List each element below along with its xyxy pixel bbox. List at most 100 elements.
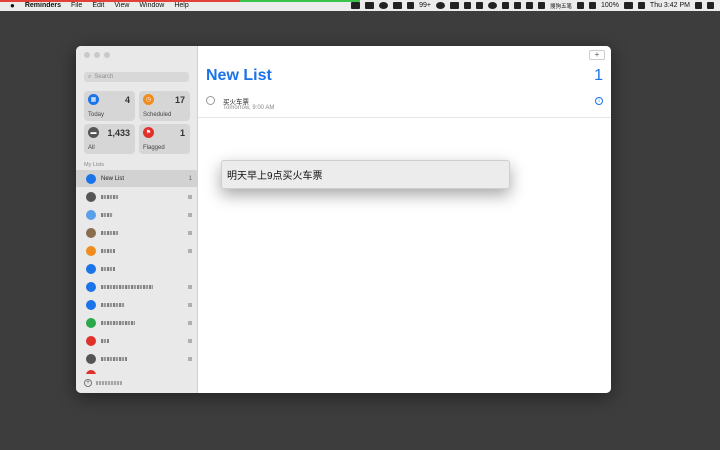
redacted-list-count [188,194,192,199]
list-item[interactable] [76,332,198,349]
flag-icon[interactable] [637,2,645,9]
list-bullet-icon [86,335,96,346]
tray-app-icon[interactable] [365,2,375,9]
minimize-button[interactable] [94,52,100,58]
redacted-list-count [188,356,192,361]
search-placeholder: Search [94,74,114,80]
menu-bar: ● Reminders File Edit View Window Help 9… [0,0,720,11]
redacted-list-name [101,212,113,217]
reminders-window: ⌕ Search ▦ 4 Today ◷ 17 Scheduled ▬ 1,43… [76,46,611,393]
list-item[interactable] [76,206,198,223]
redacted-list-name [101,248,115,253]
clock[interactable]: Thu 3:42 PM [650,2,690,9]
menu-window[interactable]: Window [139,2,164,9]
smart-list-scheduled[interactable]: ◷ 17 Scheduled [139,91,190,121]
menu-app-name[interactable]: Reminders [25,2,61,9]
list-item[interactable] [76,278,198,295]
list-bullet-icon [86,173,96,184]
redacted-list-count [188,338,192,343]
list-item[interactable] [76,260,198,277]
tray-app-icon[interactable] [407,2,415,9]
redacted-list-name [101,266,115,271]
redacted-list-count [188,320,192,325]
list-item[interactable] [76,224,198,241]
redacted-list-count [188,212,192,217]
tray-app-icon[interactable] [526,2,533,9]
sidebar: ⌕ Search ▦ 4 Today ◷ 17 Scheduled ▬ 1,43… [76,46,198,393]
control-center-icon[interactable] [707,2,714,9]
complete-checkbox[interactable] [206,96,215,105]
menu-help[interactable]: Help [174,2,188,9]
quick-entry-text[interactable]: 明天早上9点买火车票 [227,167,323,182]
list-item[interactable] [76,188,198,205]
info-icon[interactable]: i [595,97,603,105]
sidebar-item-new-list[interactable]: New List 1 [76,170,198,187]
reminder-due: Tomorrow, 9:00 AM [223,105,275,111]
list-bullet-icon [86,299,96,310]
menu-edit[interactable]: Edit [92,2,104,9]
list-item[interactable] [76,314,198,331]
tray-badge[interactable]: 99+ [419,2,431,9]
smart-list-count: 1 [179,128,185,138]
redacted-list-count [188,302,192,307]
window-controls [84,52,110,58]
smart-list-label: Scheduled [143,112,172,118]
redacted-list-count [188,230,192,235]
tray-app-icon[interactable] [393,2,403,9]
list-item[interactable] [76,350,198,367]
battery-icon[interactable] [623,2,633,9]
smart-list-label: Flagged [143,145,165,151]
tray-icon: ▬ [88,127,99,138]
redacted-list-count [188,284,192,289]
apple-menu-icon[interactable]: ● [10,1,15,10]
search-input[interactable]: ⌕ Search [84,72,189,82]
add-list-button[interactable]: + [84,379,122,387]
input-method-icon[interactable] [538,2,545,9]
smart-list-flagged[interactable]: ⚑ 1 Flagged [139,124,190,154]
reminder-row[interactable]: 买火车票 Tomorrow, 9:00 AM i [198,94,611,118]
redacted-list-name [101,194,119,199]
zoom-button[interactable] [104,52,110,58]
menu-file[interactable]: File [71,2,82,9]
battery-percent[interactable]: 100% [601,2,619,9]
input-method-label[interactable]: 搜狗五笔 [550,2,572,10]
wechat-icon[interactable] [436,2,445,9]
redacted-list-name [101,356,127,361]
list-bullet-icon [86,281,96,292]
smart-list-all[interactable]: ▬ 1,433 All [84,124,135,154]
redacted-add-list-label [96,381,122,385]
tray-app-icon[interactable] [450,2,459,9]
redacted-list-name [101,230,119,235]
list-total-count: 1 [594,67,603,84]
smart-list-count: 4 [124,95,130,105]
plus-icon: + [84,379,92,387]
smart-list-today[interactable]: ▦ 4 Today [84,91,135,121]
list-item[interactable] [76,242,198,259]
tray-app-icon[interactable] [351,2,361,9]
list-bullet-icon [86,191,96,202]
quick-entry-popup[interactable]: 明天早上9点买火车票 [221,160,510,189]
list-item[interactable] [76,296,198,313]
list-count: 1 [188,175,192,182]
search-icon[interactable] [695,2,702,9]
list-bullet-icon [86,263,96,274]
tray-app-icon[interactable] [476,2,483,9]
tray-app-icon[interactable] [464,2,471,9]
tray-app-icon[interactable] [514,2,521,9]
close-button[interactable] [84,52,90,58]
clock-icon: ◷ [143,94,154,105]
smart-list-label: Today [88,112,105,118]
list-item[interactable] [76,368,198,374]
redacted-list-name [101,320,135,325]
list-name: New List [101,175,125,182]
search-icon: ⌕ [88,73,92,80]
smart-list-label: All [88,145,95,151]
tray-app-icon[interactable] [502,2,509,9]
tray-app-icon[interactable] [379,2,389,9]
tray-app-icon[interactable] [488,2,497,9]
bluetooth-icon[interactable] [577,2,585,9]
menu-view[interactable]: View [114,2,129,9]
wifi-icon[interactable] [589,2,597,9]
main-pane: + New List 1 买火车票 Tomorrow, 9:00 AM i [198,46,611,393]
add-reminder-button[interactable]: + [589,50,605,60]
